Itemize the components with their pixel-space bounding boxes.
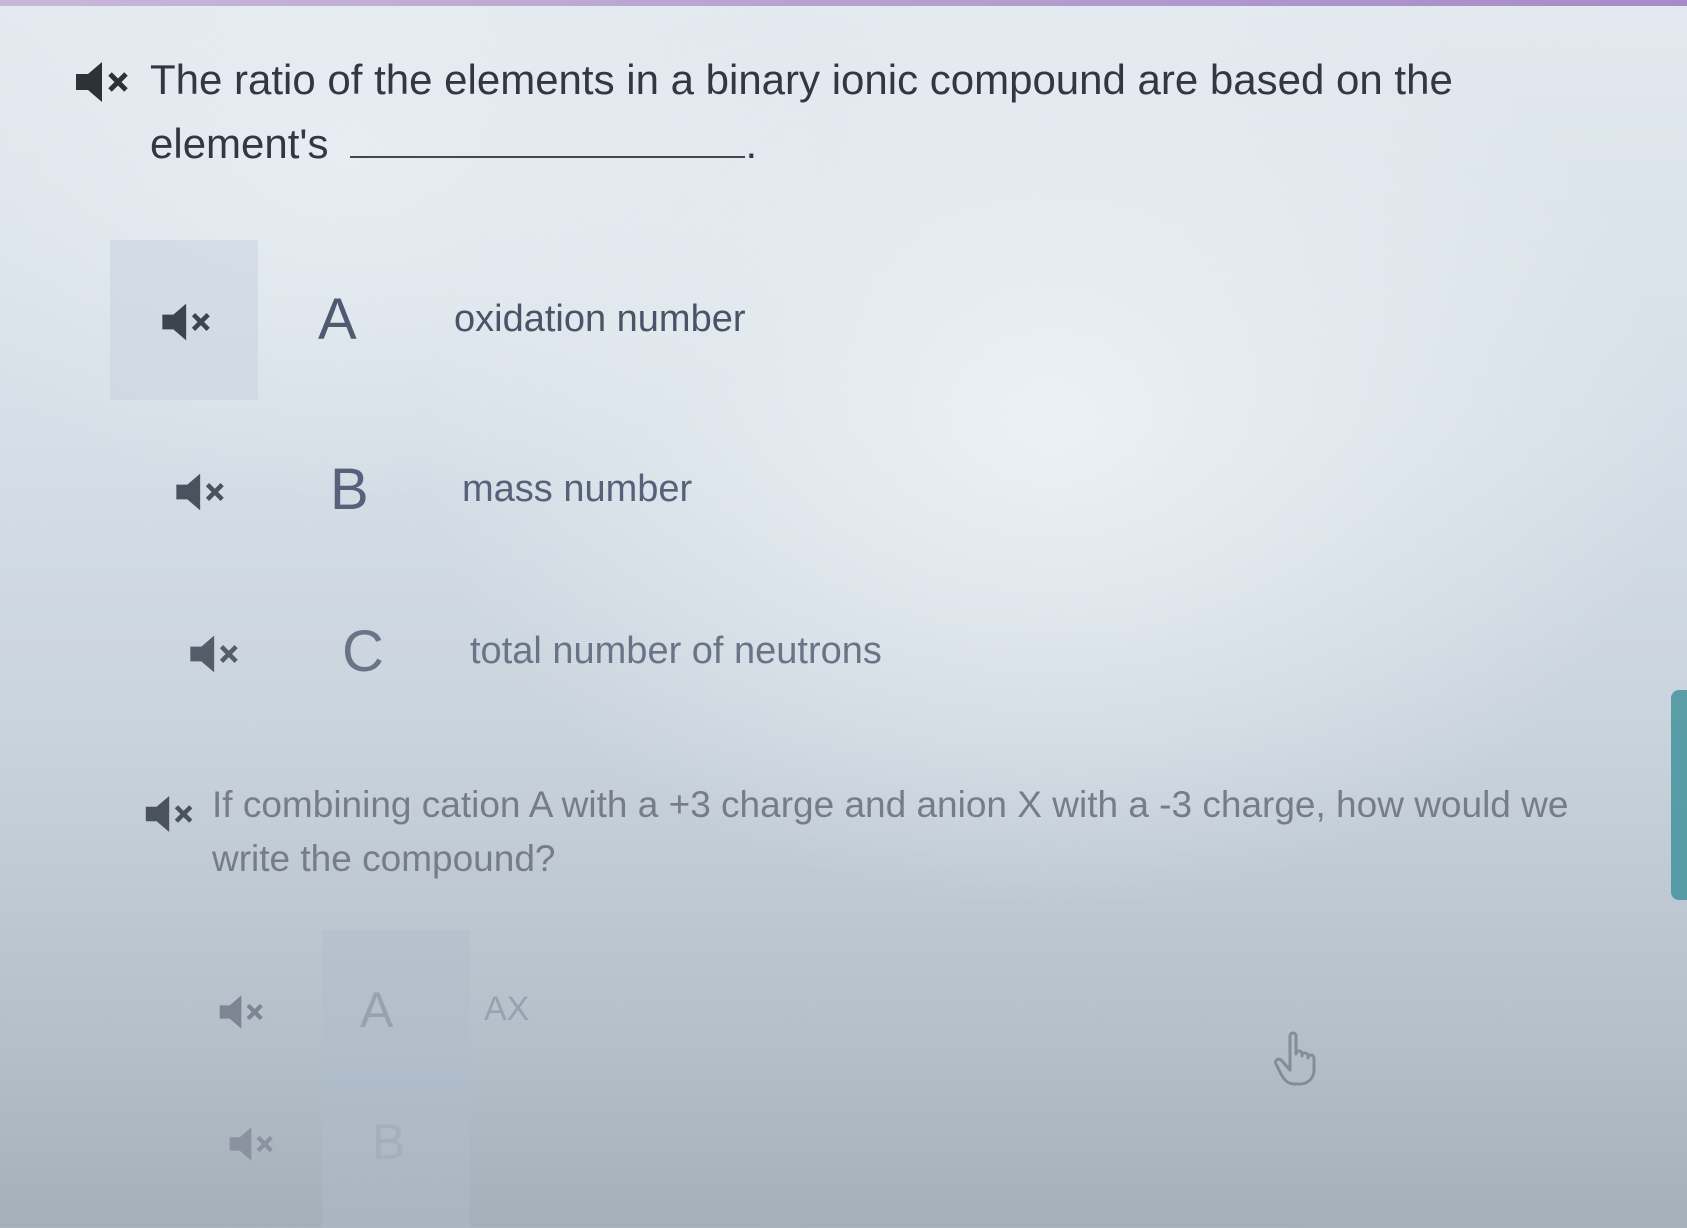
fill-in-blank [350, 126, 746, 158]
choice-text: oxidation number [454, 298, 746, 340]
answer-choice-b[interactable]: B [110, 1070, 1650, 1228]
question-2-prompt: If combining cation A with a +3 charge a… [212, 784, 1569, 879]
answer-choice-b[interactable]: B mass number [110, 410, 1650, 570]
choice-text: mass number [462, 468, 693, 510]
speaker-muted-icon[interactable] [74, 58, 134, 106]
speaker-muted-icon[interactable] [188, 632, 244, 676]
speaker-muted-icon[interactable] [174, 470, 230, 514]
choice-audio-highlight [322, 930, 470, 1090]
top-accent-bar [0, 0, 1687, 6]
answer-choice-c[interactable]: C total number of neutrons [110, 572, 1650, 732]
hand-pointer-icon [1272, 1030, 1322, 1091]
choice-letter: B [372, 1114, 406, 1170]
question-1-text: The ratio of the elements in a binary io… [150, 56, 1453, 167]
answer-choice-a[interactable]: A AX [110, 930, 1650, 1090]
speaker-muted-icon[interactable] [160, 300, 216, 344]
question-1-prompt: The ratio of the elements in a binary io… [150, 48, 1610, 176]
choice-letter: C [342, 619, 384, 684]
choice-letter: A [360, 982, 394, 1038]
choice-text: AX [484, 990, 530, 1028]
choice-letter: A [318, 287, 357, 352]
side-accent-tab[interactable] [1671, 690, 1687, 900]
choice-letter: B [330, 457, 369, 522]
speaker-muted-icon[interactable] [218, 992, 268, 1032]
speaker-muted-icon[interactable] [144, 792, 198, 836]
answer-choice-a[interactable]: A oxidation number [110, 240, 1650, 400]
choice-text: total number of neutrons [470, 630, 882, 672]
blank-suffix: . [745, 120, 758, 167]
speaker-muted-icon[interactable] [228, 1124, 278, 1164]
